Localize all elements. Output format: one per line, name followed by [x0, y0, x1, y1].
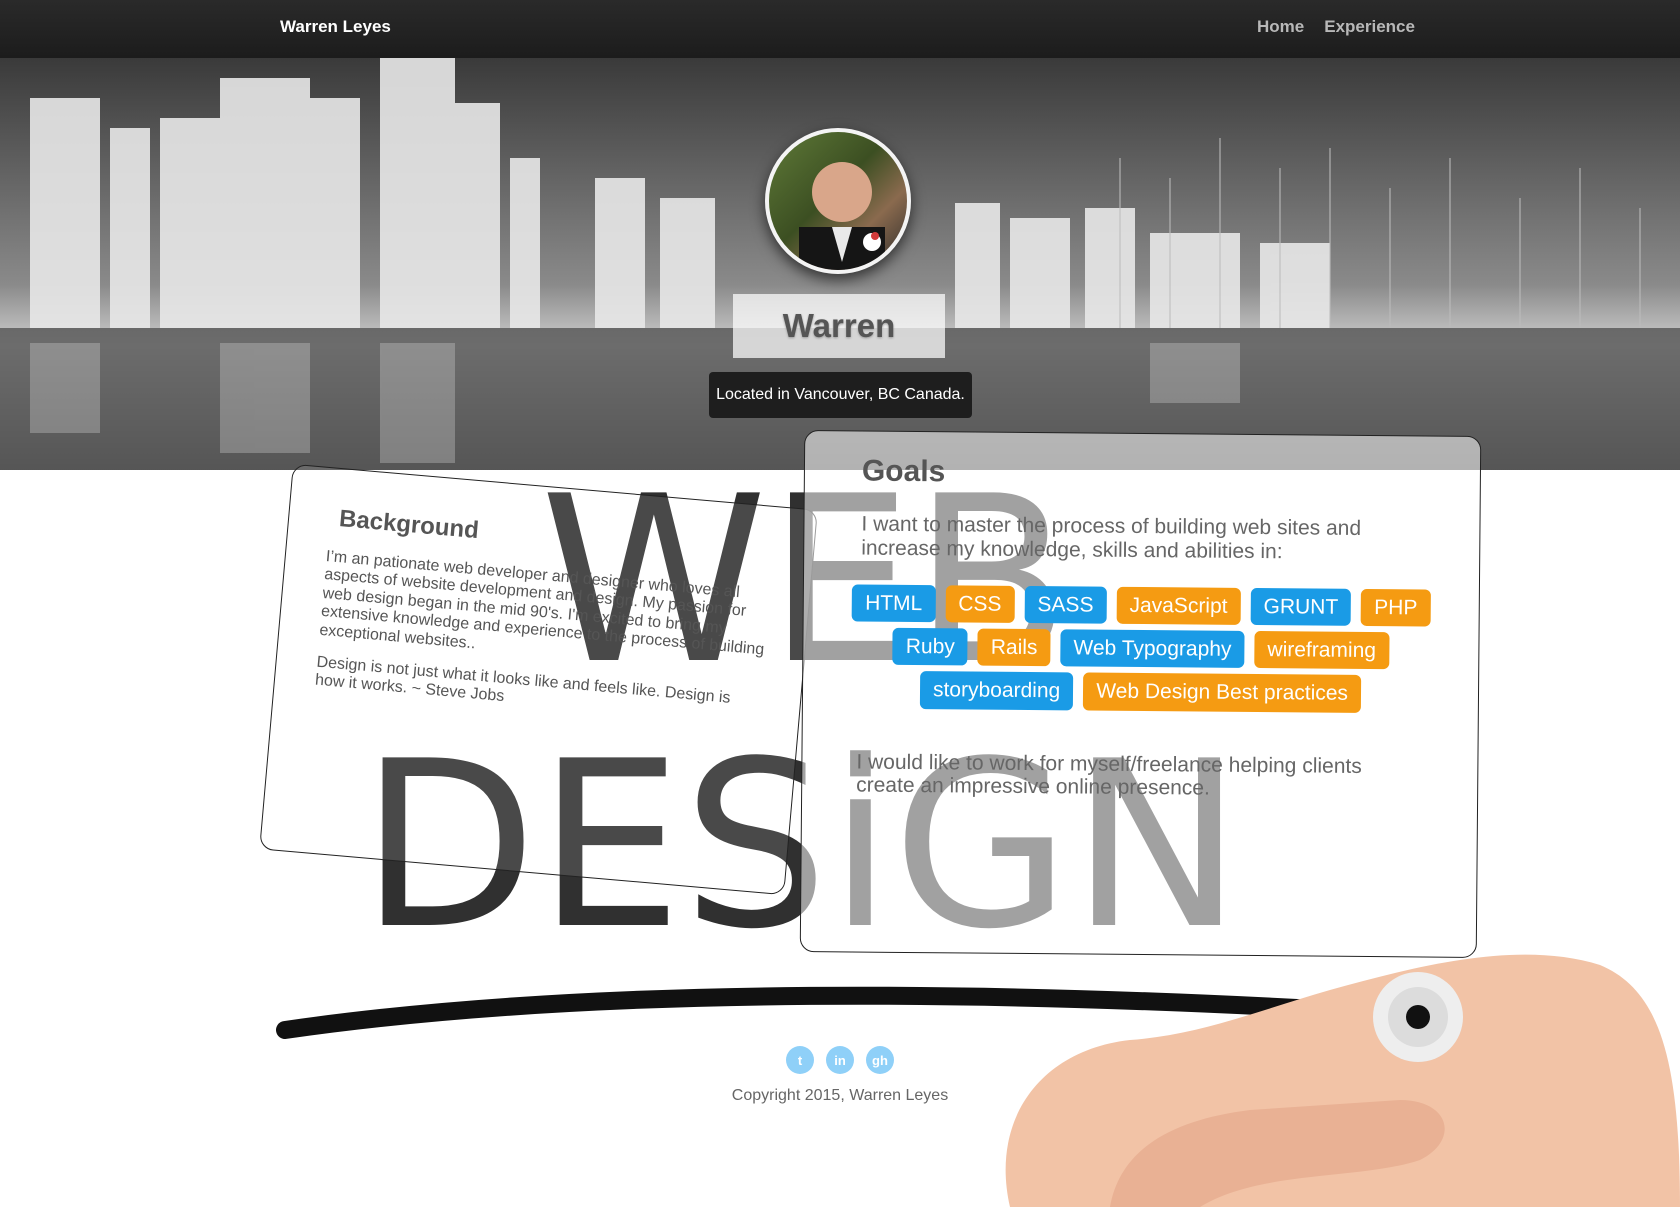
skill-tag: JavaScript — [1116, 587, 1241, 626]
twitter-icon[interactable]: t — [786, 1046, 814, 1074]
nav-links: Home Experience — [1257, 17, 1415, 37]
footer: t in gh Copyright 2015, Warren Leyes — [0, 1046, 1680, 1105]
skill-tag: HTML — [851, 584, 936, 623]
nav-experience-link[interactable]: Experience — [1324, 17, 1415, 37]
skill-tag: GRUNT — [1250, 588, 1352, 627]
skill-tag: Rails — [977, 628, 1051, 667]
profile-photo — [765, 128, 911, 274]
nav-home-link[interactable]: Home — [1257, 17, 1304, 37]
skill-tag: CSS — [945, 585, 1015, 624]
social-links: t in gh — [0, 1046, 1680, 1074]
brand-link[interactable]: Warren Leyes — [280, 17, 391, 37]
skill-tag-list: HTML CSS SASS JavaScript GRUNT PHP Ruby Rails We… — [843, 584, 1439, 713]
skill-tag: Ruby — [892, 628, 968, 666]
goals-intro: I want to master the process of building… — [861, 512, 1362, 564]
skill-tag: wireframing — [1254, 631, 1390, 670]
goals-card: Goals I want to master the process of bu… — [799, 430, 1482, 958]
linkedin-icon[interactable]: in — [826, 1046, 854, 1074]
marker-stroke-line — [276, 986, 1429, 1039]
copyright-text: Copyright 2015, Warren Leyes — [731, 1087, 949, 1104]
top-navbar: Warren Leyes Home Experience — [0, 0, 1680, 58]
skill-tag: Web Design Best practices — [1083, 672, 1362, 713]
github-icon[interactable]: gh — [866, 1046, 894, 1074]
skill-tag: Web Typography — [1060, 629, 1245, 669]
hero-name: Warren Leyes — [733, 294, 945, 408]
skill-tag: PHP — [1361, 589, 1431, 627]
skill-tag: storyboarding — [919, 671, 1074, 710]
hero-location: Located in Vancouver, BC Canada. — [709, 372, 972, 418]
background-card: Background I’m an pationate web develope… — [259, 463, 818, 896]
goals-outro: I would like to work for myself/freelanc… — [856, 750, 1362, 800]
hero-banner: Warren Leyes Located in Vancouver, BC Ca… — [0, 58, 1680, 470]
skill-tag: SASS — [1024, 586, 1107, 625]
goals-title: Goals — [861, 454, 946, 489]
